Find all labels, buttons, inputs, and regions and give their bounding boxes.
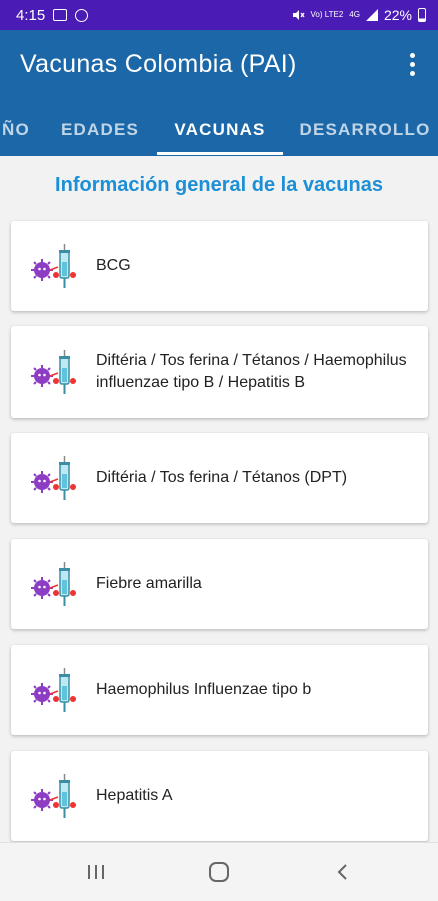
vaccine-card-label: Diftéria / Tos ferina / Tétanos / Haemop…	[96, 352, 407, 391]
vaccines-list-page[interactable]: Información general de la vacunas BCG Di…	[0, 156, 438, 842]
tab-desarrollo[interactable]: DESARROLLO	[290, 106, 438, 156]
network-label: Vo) LTE2	[310, 10, 344, 19]
tab-vacunas[interactable]: VACUNAS	[157, 106, 283, 156]
tab-ano[interactable]: ÑO	[0, 106, 38, 156]
at-icon	[75, 8, 89, 22]
mute-icon	[292, 10, 305, 20]
vaccine-syringe-icon	[28, 664, 80, 716]
tab-indicator	[157, 152, 283, 155]
more-vert-icon[interactable]	[400, 50, 424, 78]
signal-icon	[365, 9, 378, 21]
vaccine-syringe-icon	[28, 770, 80, 822]
vaccine-syringe-icon	[28, 240, 80, 292]
vaccine-card[interactable]: Diftéria / Tos ferina / Tétanos / Haemop…	[11, 326, 428, 418]
status-bar: 4:15 Vo) LTE2 4G 22%	[0, 0, 438, 30]
network-gen: 4G	[349, 10, 360, 19]
vaccine-card[interactable]: Fiebre amarilla	[11, 539, 428, 629]
vaccine-card-label: Fiebre amarilla	[96, 575, 202, 592]
recents-icon[interactable]	[76, 855, 116, 889]
vaccine-card[interactable]: Hepatitis A	[11, 751, 428, 841]
battery-percent: 22%	[383, 7, 412, 23]
navigation-bar	[0, 842, 438, 901]
tab-bar: ÑO EDADES VACUNAS DESARROLLO	[0, 106, 438, 156]
vaccine-card-label: Diftéria / Tos ferina / Tétanos (DPT)	[96, 469, 348, 486]
status-time: 4:15	[16, 6, 46, 24]
message-icon	[53, 9, 68, 21]
home-icon[interactable]	[199, 855, 239, 889]
vaccine-card-label: BCG	[96, 257, 131, 274]
app-title: Vacunas Colombia (PAI)	[20, 50, 297, 78]
app-bar: Vacunas Colombia (PAI) ÑO EDADES VACUNAS…	[0, 30, 438, 156]
battery-icon	[418, 8, 426, 22]
tab-edades[interactable]: EDADES	[48, 106, 152, 156]
section-title: Información general de la vacunas	[55, 174, 383, 196]
vaccine-syringe-icon	[28, 452, 80, 504]
back-icon[interactable]	[322, 855, 362, 889]
vaccine-card-label: Hepatitis A	[96, 787, 173, 804]
vaccine-syringe-icon	[28, 558, 80, 610]
vaccine-card[interactable]: Haemophilus Influenzae tipo b	[11, 645, 428, 735]
vaccine-card[interactable]: Diftéria / Tos ferina / Tétanos (DPT)	[11, 433, 428, 523]
vaccine-card-label: Haemophilus Influenzae tipo b	[96, 681, 312, 698]
vaccine-syringe-icon	[28, 346, 80, 398]
vaccine-card[interactable]: BCG	[11, 221, 428, 311]
